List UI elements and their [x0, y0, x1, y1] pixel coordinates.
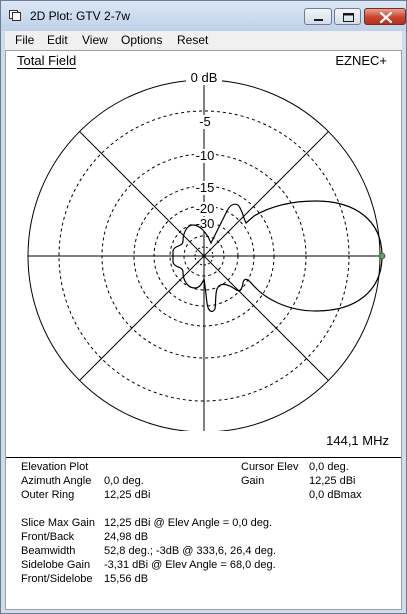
- plot-window: 2D Plot: GTV 2-7w File Edit View Options…: [0, 0, 407, 614]
- menu-options[interactable]: Options: [121, 33, 162, 47]
- ring-label-20: -20: [196, 201, 215, 216]
- gain-dbmax-value: 0,0 dBmax: [309, 489, 362, 501]
- outer-ring-label: Outer Ring: [21, 489, 75, 501]
- maximize-icon: [343, 13, 354, 22]
- front-sidelobe-value: 15,56 dB: [104, 573, 149, 585]
- sidelobe-gain-label: Sidelobe Gain: [21, 559, 91, 571]
- polar-grid: [27, 79, 381, 431]
- slice-max-gain-label: Slice Max Gain: [21, 517, 95, 529]
- azimuth-angle-label: Azimuth Angle: [21, 475, 92, 487]
- gain-label: Gain: [241, 475, 265, 487]
- menu-bar: File Edit View Options Reset: [5, 31, 402, 50]
- minimize-icon: [314, 19, 323, 21]
- beamwidth-value: 52,8 deg.; -3dB @ 333,6, 26,4 deg.: [104, 545, 277, 557]
- ring-label-15: -15: [196, 180, 215, 195]
- polar-plot[interactable]: 0 dB -5 -10 -15 -20 -30: [6, 71, 401, 431]
- ring-label-5: -5: [199, 114, 211, 129]
- cursor-marker[interactable]: [378, 252, 386, 260]
- gain-value: 12,25 dBi: [309, 475, 356, 487]
- front-back-value: 24,98 dB: [104, 531, 149, 543]
- plot-window-icon: [9, 10, 21, 21]
- beamwidth-label: Beamwidth: [21, 545, 76, 557]
- menu-file[interactable]: File: [15, 33, 34, 47]
- menu-edit[interactable]: Edit: [47, 33, 68, 47]
- cursor-elev-label: Cursor Elev: [241, 461, 299, 473]
- elevation-plot-label: Elevation Plot: [21, 461, 89, 473]
- total-field-label: Total Field: [17, 53, 77, 69]
- ring-label-30: -30: [196, 216, 215, 231]
- close-icon: [379, 11, 393, 24]
- front-back-label: Front/Back: [21, 531, 75, 543]
- window-title: 2D Plot: GTV 2-7w: [30, 9, 131, 23]
- close-button[interactable]: [364, 8, 406, 25]
- menu-view[interactable]: View: [82, 33, 108, 47]
- minimize-button[interactable]: [304, 8, 332, 25]
- azimuth-angle-value: 0,0 deg.: [104, 475, 144, 487]
- title-bar[interactable]: 2D Plot: GTV 2-7w: [1, 1, 406, 31]
- outer-ring-value: 12,25 dBi: [104, 489, 151, 501]
- frequency-label: 144,1 MHz: [326, 433, 389, 448]
- plot-content: Total Field EZNEC+ 0 dB -5 -10 -15 -20 -…: [5, 50, 402, 610]
- ring-label-0db: 0 dB: [191, 71, 218, 85]
- eznec-label: EZNEC+: [335, 53, 387, 68]
- maximize-button[interactable]: [334, 8, 361, 25]
- info-divider: [6, 457, 401, 458]
- sidelobe-gain-value: -3,31 dBi @ Elev Angle = 68,0 deg.: [104, 559, 276, 571]
- cursor-elev-value: 0,0 deg.: [309, 461, 349, 473]
- menu-reset[interactable]: Reset: [177, 33, 208, 47]
- slice-max-gain-value: 12,25 dBi @ Elev Angle = 0,0 deg.: [104, 517, 273, 529]
- ring-label-10: -10: [196, 148, 215, 163]
- front-sidelobe-label: Front/Sidelobe: [21, 573, 93, 585]
